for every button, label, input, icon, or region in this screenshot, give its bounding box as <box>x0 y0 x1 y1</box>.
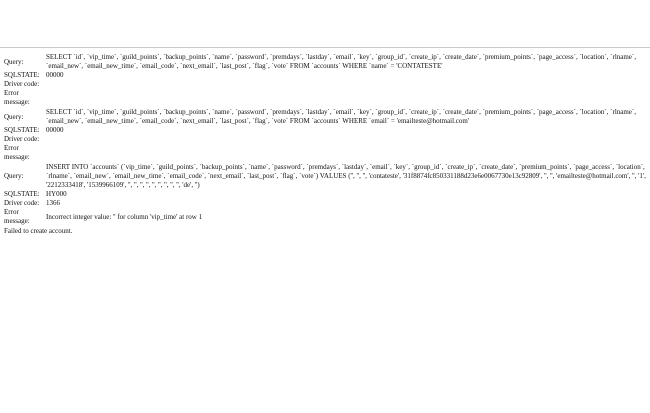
failure-message: Failed to create account. <box>4 227 73 235</box>
driver-code-value <box>46 135 650 144</box>
sqlstate-value: 00000 <box>46 126 64 134</box>
db-error-block: Query: INSERT INTO `accounts` (`vip_time… <box>4 163 650 226</box>
driver-code-label: Driver code: <box>4 135 40 143</box>
error-message-label: Error message: <box>4 89 30 106</box>
db-error-block: Query: SELECT `id`, `vip_time`, `guild_p… <box>4 108 650 162</box>
driver-code-row: Driver code: <box>4 135 650 144</box>
error-message-value <box>46 89 650 107</box>
error-message-label: Error message: <box>4 144 30 161</box>
query-row: Query: SELECT `id`, `vip_time`, `guild_p… <box>4 108 650 126</box>
query-text: SELECT `id`, `vip_time`, `guild_points`,… <box>46 53 636 70</box>
query-label: Query: <box>4 112 24 121</box>
query-label: Query: <box>4 172 24 180</box>
sqlstate-value: 00000 <box>46 71 64 79</box>
db-error-block: Query: SELECT `id`, `vip_time`, `guild_p… <box>4 53 650 107</box>
query-row: Query: INSERT INTO `accounts` (`vip_time… <box>4 163 650 190</box>
error-message-label: Error message: <box>4 208 30 225</box>
sqlstate-row: SQLSTATE: HY000 <box>4 190 650 199</box>
driver-code-label: Driver code: <box>4 80 40 88</box>
query-text: INSERT INTO `accounts` (`vip_time`, `gui… <box>46 163 646 189</box>
driver-code-row: Driver code: 1366 <box>4 199 650 208</box>
error-output: Query: SELECT `id`, `vip_time`, `guild_p… <box>0 48 650 236</box>
query-label: Query: <box>4 57 24 66</box>
query-text: SELECT `id`, `vip_time`, `guild_points`,… <box>46 108 636 125</box>
sqlstate-label: SQLSTATE: <box>4 126 40 134</box>
driver-code-value <box>46 80 650 89</box>
sqlstate-row: SQLSTATE: 00000 <box>4 71 650 80</box>
sqlstate-label: SQLSTATE: <box>4 71 40 79</box>
driver-code-value: 1366 <box>46 199 60 207</box>
sqlstate-row: SQLSTATE: 00000 <box>4 126 650 135</box>
driver-code-row: Driver code: <box>4 80 650 89</box>
sqlstate-value: HY000 <box>46 190 67 198</box>
driver-code-label: Driver code: <box>4 199 40 207</box>
query-row: Query: SELECT `id`, `vip_time`, `guild_p… <box>4 53 650 71</box>
error-message-value <box>46 144 650 162</box>
error-message-value: Incorrect integer value: '' for column '… <box>46 212 203 221</box>
sqlstate-label: SQLSTATE: <box>4 190 40 198</box>
error-message-row: Error message: <box>4 89 650 107</box>
error-message-row: Error message: Incorrect integer value: … <box>4 208 650 226</box>
error-message-row: Error message: <box>4 144 650 162</box>
